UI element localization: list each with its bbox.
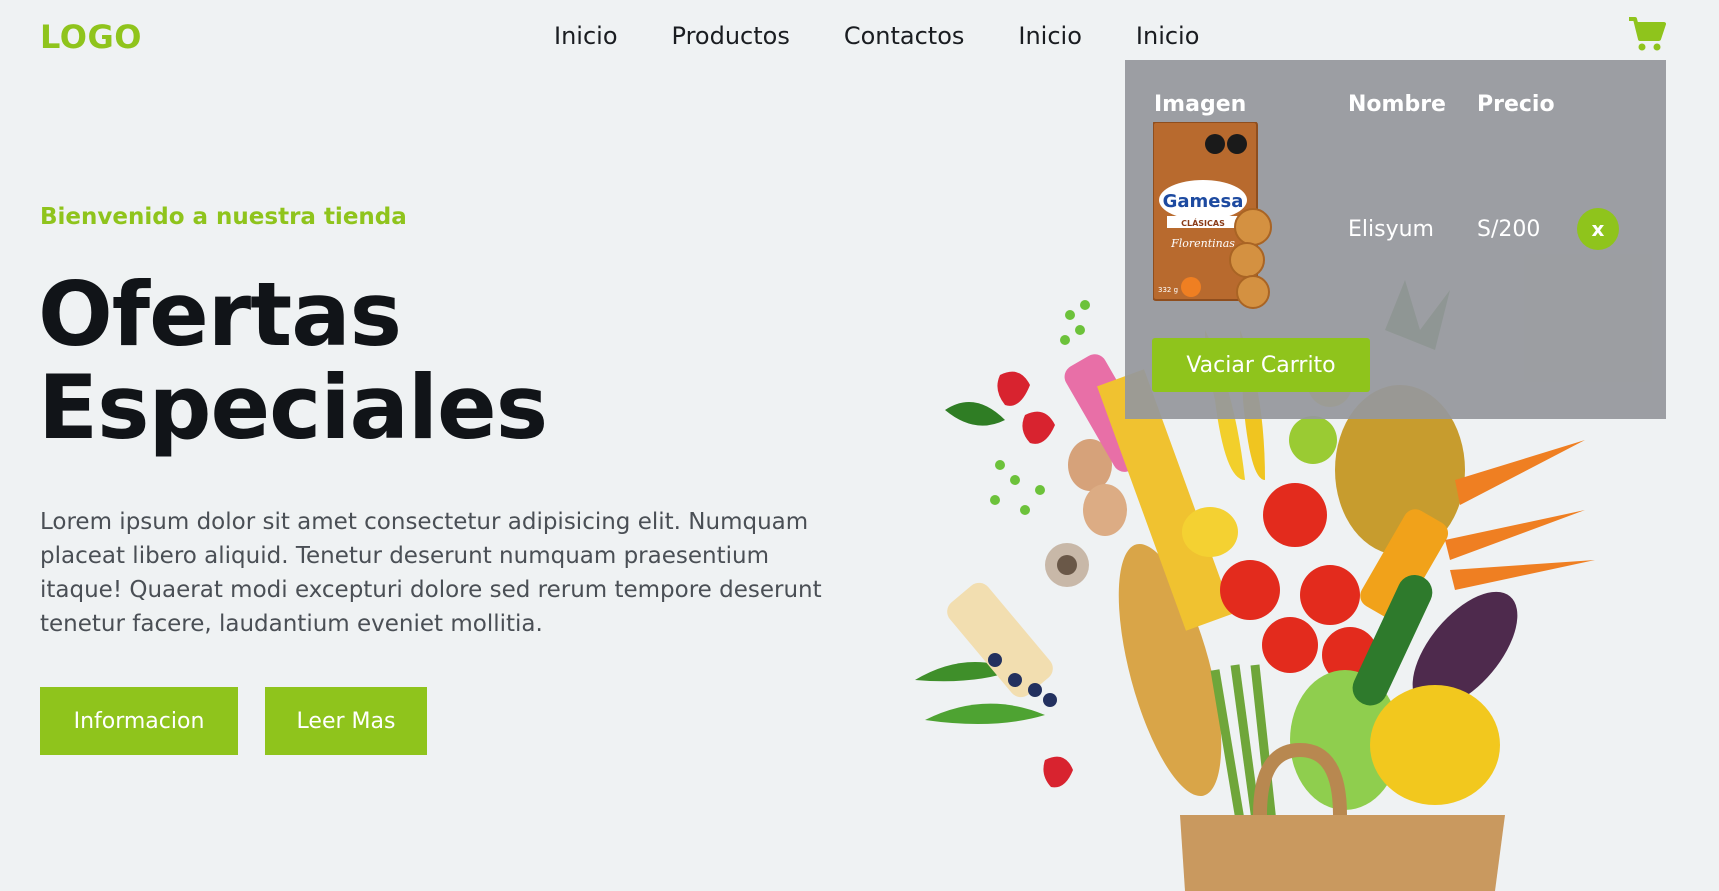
product-brand: Gamesa [1163, 191, 1244, 212]
cart-dropdown: Imagen Nombre Precio Gamesa CLÁSICAS Flo… [1125, 60, 1666, 419]
product-weight: 332 g [1158, 286, 1178, 294]
hero-description: Lorem ipsum dolor sit amet consectetur a… [40, 509, 822, 637]
cart-header-name: Nombre [1348, 92, 1446, 117]
informacion-button[interactable]: Informacion [40, 687, 238, 755]
title-line-1: Ofertas [38, 263, 402, 366]
product-image-gamesa: Gamesa CLÁSICAS Florentinas 332 g [1153, 122, 1272, 309]
nav-inicio-3[interactable]: Inicio [1136, 22, 1200, 50]
nav-inicio-2[interactable]: Inicio [1018, 22, 1082, 50]
leer-mas-button[interactable]: Leer Mas [265, 687, 427, 755]
welcome-text: Bienvenido a nuestra tienda [40, 204, 407, 230]
cart-item-price: S/200 [1477, 217, 1541, 242]
logo[interactable]: LOGO [40, 18, 142, 56]
page-title: Ofertas Especiales [38, 268, 548, 454]
cart-item-name: Elisyum [1348, 217, 1434, 242]
cart-header-price: Precio [1477, 92, 1555, 117]
nav-inicio[interactable]: Inicio [554, 22, 618, 50]
title-line-2: Especiales [38, 356, 548, 459]
cart-header-image: Imagen [1154, 92, 1247, 117]
shopping-cart-icon[interactable] [1628, 16, 1666, 52]
empty-cart-button[interactable]: Vaciar Carrito [1152, 338, 1370, 392]
remove-item-button[interactable]: x [1577, 208, 1619, 250]
main-nav: Inicio Productos Contactos Inicio Inicio [554, 22, 1253, 50]
product-subbrand: CLÁSICAS [1181, 217, 1225, 228]
product-variant: Florentinas [1170, 237, 1235, 250]
nav-contactos[interactable]: Contactos [844, 22, 965, 50]
nav-productos[interactable]: Productos [672, 22, 790, 50]
